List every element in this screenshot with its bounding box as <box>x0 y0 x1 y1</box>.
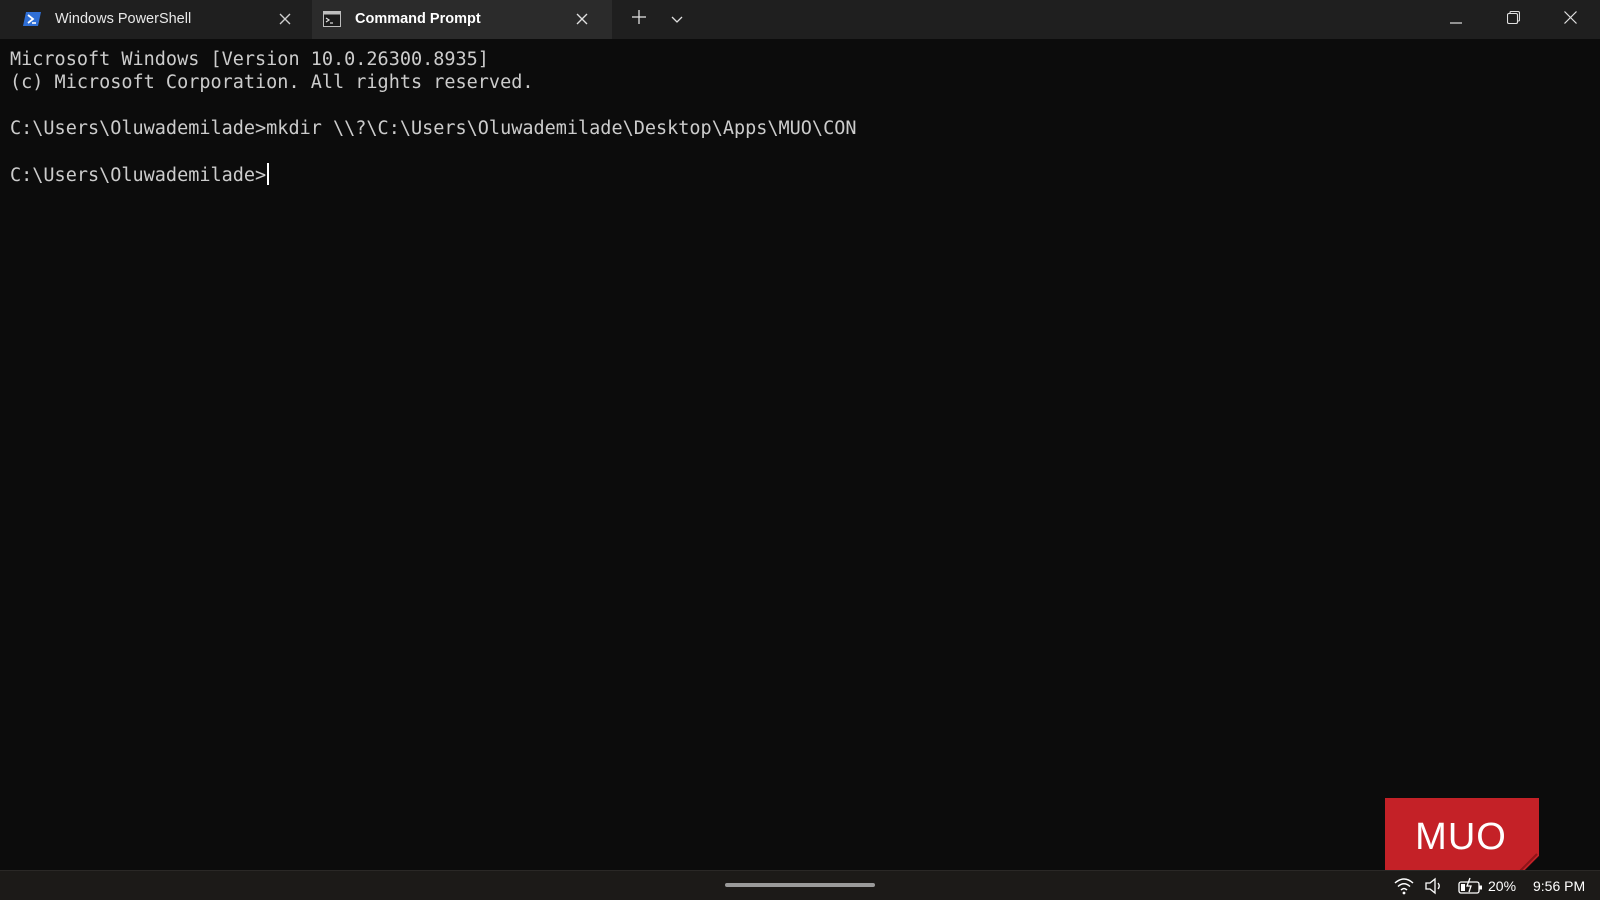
close-tab-icon[interactable] <box>573 10 591 28</box>
terminal-line: Microsoft Windows [Version 10.0.26300.89… <box>10 49 489 70</box>
terminal-output[interactable]: Microsoft Windows [Version 10.0.26300.89… <box>0 39 1600 876</box>
home-indicator[interactable] <box>725 883 875 887</box>
tab-label: Command Prompt <box>355 11 481 27</box>
powershell-icon <box>23 11 41 27</box>
minimize-button[interactable] <box>1433 0 1479 39</box>
volume-icon[interactable] <box>1424 877 1444 895</box>
restore-icon <box>1506 10 1520 29</box>
restore-button[interactable] <box>1490 0 1536 39</box>
tab-command-prompt[interactable]: Command Prompt <box>312 0 612 39</box>
tab-dropdown-button[interactable] <box>664 0 690 39</box>
muo-watermark-logo: MUO <box>1385 798 1539 876</box>
command-prompt-icon <box>323 11 341 27</box>
tab-windows-powershell[interactable]: Windows PowerShell <box>10 0 312 39</box>
title-bar: Windows PowerShell Command Prompt <box>0 0 1600 39</box>
prompt-line: C:\Users\Oluwademilade> <box>10 163 270 187</box>
minimize-icon <box>1450 11 1462 29</box>
terminal-window: Windows PowerShell Command Prompt Micros… <box>0 0 1600 876</box>
battery-charging-icon[interactable] <box>1458 877 1484 895</box>
terminal-line: (c) Microsoft Corporation. All rights re… <box>10 72 534 93</box>
prompt-text: C:\Users\Oluwademilade> <box>10 165 267 186</box>
chevron-down-icon <box>671 11 683 29</box>
svg-text:MUO: MUO <box>1415 816 1507 858</box>
close-window-button[interactable] <box>1547 0 1593 39</box>
new-tab-button[interactable] <box>625 0 653 39</box>
text-cursor <box>267 163 270 185</box>
clock[interactable]: 9:56 PM <box>1533 878 1585 894</box>
terminal-line: C:\Users\Oluwademilade>mkdir \\?\C:\User… <box>10 118 857 139</box>
wifi-icon[interactable] <box>1394 877 1414 895</box>
tab-label: Windows PowerShell <box>55 11 192 27</box>
close-tab-icon[interactable] <box>276 10 294 28</box>
battery-percent: 20% <box>1488 878 1517 894</box>
taskbar: 20% 9:56 PM <box>0 870 1600 900</box>
plus-icon <box>632 10 646 29</box>
close-icon <box>1563 10 1577 29</box>
